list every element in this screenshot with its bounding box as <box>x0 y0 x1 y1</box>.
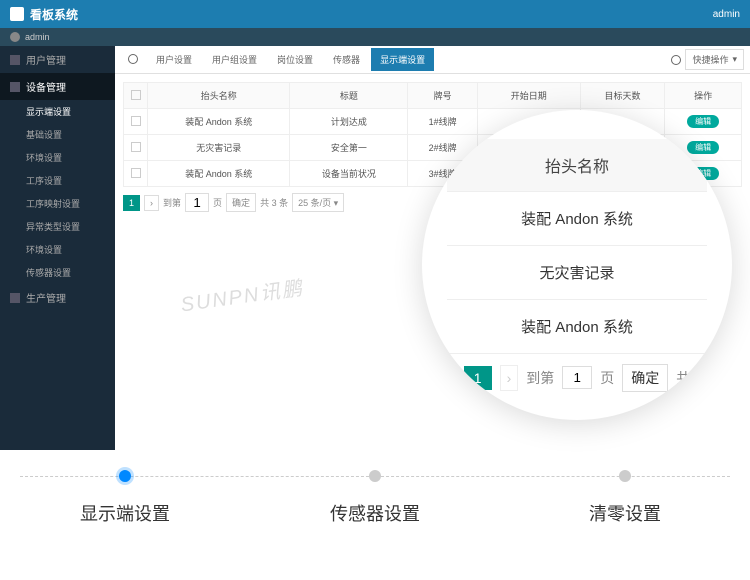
zoom-page-next[interactable]: › <box>500 365 519 391</box>
step-dot-3[interactable] <box>619 470 631 482</box>
sidebar-sub-process-map[interactable]: 工序映射设置 <box>0 192 115 215</box>
zoom-row: 装配 Andon 系统 <box>447 300 707 354</box>
sidebar-sub-env2[interactable]: 环境设置 <box>0 238 115 261</box>
sidebar-sub-basic[interactable]: 基础设置 <box>0 123 115 146</box>
th-name: 抬头名称 <box>148 83 290 109</box>
sidebar-item-device[interactable]: 设备管理 <box>0 73 115 100</box>
steps-indicator: 显示端设置 传感器设置 清零设置 <box>0 470 750 526</box>
device-icon <box>10 82 20 92</box>
page-current[interactable]: 1 <box>123 195 140 211</box>
checkbox[interactable] <box>131 168 141 178</box>
sidebar-item-users[interactable]: 用户管理 <box>0 46 115 73</box>
topbar-user[interactable]: admin <box>713 9 740 20</box>
page-next[interactable]: › <box>144 195 159 211</box>
zoom-page-input[interactable] <box>562 366 592 389</box>
checkbox[interactable] <box>131 116 141 126</box>
edit-button[interactable]: 编辑 <box>687 141 719 154</box>
zoom-page-confirm[interactable]: 确定 <box>622 364 668 392</box>
avatar-icon <box>10 32 20 42</box>
th-days: 目标天数 <box>580 83 664 109</box>
step-label-2: 传感器设置 <box>251 500 499 526</box>
th-title: 标题 <box>290 83 408 109</box>
sidebar-sub-display[interactable]: 显示端设置 <box>0 100 115 123</box>
page-input[interactable] <box>185 193 209 212</box>
step-label-3: 清零设置 <box>501 500 749 526</box>
th-date: 开始日期 <box>477 83 580 109</box>
userbar: admin <box>0 28 750 46</box>
quick-ops-button[interactable]: 快捷操作 ▾ <box>685 49 744 70</box>
tab-usergroup-set[interactable]: 用户组设置 <box>203 48 266 71</box>
page-size[interactable]: 25 条/页 ▾ <box>292 193 344 212</box>
zoom-row: 装配 Andon 系统 <box>447 192 707 246</box>
topbar: 看板系统 admin <box>0 0 750 28</box>
tab-home[interactable] <box>121 49 145 71</box>
zoom-header: 抬头名称 <box>447 139 707 192</box>
home-icon <box>128 54 138 64</box>
th-op: 操作 <box>665 83 742 109</box>
checkbox[interactable] <box>131 142 141 152</box>
sidebar: 用户管理 设备管理 显示端设置 基础设置 环境设置 工序设置 工序映射设置 异常… <box>0 46 115 450</box>
app-title: 看板系统 <box>30 6 78 23</box>
zoom-preview: 抬头名称 装配 Andon 系统 无灾害记录 装配 Andon 系统 1 › 到… <box>422 110 732 420</box>
logo-icon <box>10 7 24 21</box>
edit-button[interactable]: 编辑 <box>687 115 719 128</box>
checkbox-all[interactable] <box>131 90 141 100</box>
tabbar: 用户设置 用户组设置 岗位设置 传感器 显示端设置 快捷操作 ▾ <box>115 46 750 74</box>
tab-post-set[interactable]: 岗位设置 <box>268 48 322 71</box>
zoom-row: 无灾害记录 <box>447 246 707 300</box>
step-dot-2[interactable] <box>369 470 381 482</box>
userbar-name: admin <box>25 32 50 42</box>
sidebar-sub-process[interactable]: 工序设置 <box>0 169 115 192</box>
production-icon <box>10 293 20 303</box>
page-confirm[interactable]: 确定 <box>226 193 256 212</box>
tab-user-set[interactable]: 用户设置 <box>147 48 201 71</box>
th-tag: 牌号 <box>408 83 477 109</box>
sidebar-sub-sensor[interactable]: 传感器设置 <box>0 261 115 284</box>
tab-sensor[interactable]: 传感器 <box>324 48 369 71</box>
sidebar-sub-exception[interactable]: 异常类型设置 <box>0 215 115 238</box>
sidebar-item-production[interactable]: 生产管理 <box>0 284 115 311</box>
step-label-1: 显示端设置 <box>1 500 249 526</box>
sidebar-sub-env[interactable]: 环境设置 <box>0 146 115 169</box>
user-icon <box>10 55 20 65</box>
refresh-icon[interactable] <box>671 55 681 65</box>
tab-display-set[interactable]: 显示端设置 <box>371 48 434 71</box>
step-dot-1[interactable] <box>119 470 131 482</box>
